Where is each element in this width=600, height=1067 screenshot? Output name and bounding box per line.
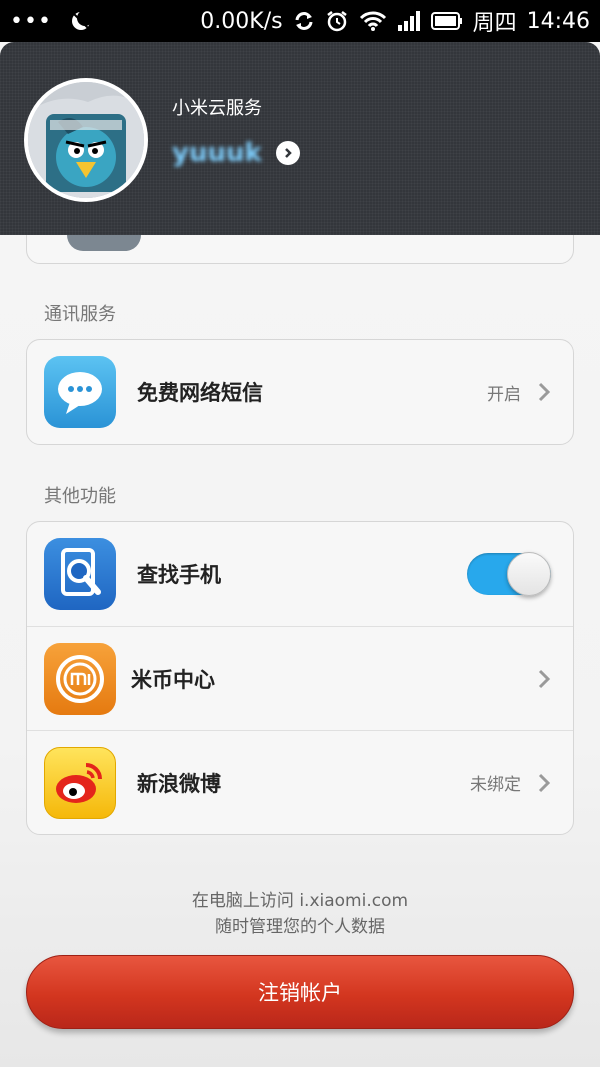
list-item-find-phone[interactable]: 查找手机 (27, 522, 573, 626)
row-status: 开启 (487, 384, 521, 405)
toggle-knob[interactable] (507, 552, 551, 596)
notification-dots-icon: ••• (10, 8, 52, 34)
battery-icon (430, 11, 463, 31)
header-title: 小米云服务 (172, 98, 262, 119)
row-label: 米币中心 (131, 667, 215, 692)
weibo-icon (44, 746, 116, 819)
communication-card: 免费网络短信 开启 (26, 339, 574, 445)
account-header: 小米云服务 yuuuk (0, 42, 600, 235)
logout-button[interactable]: 注销帐户 (26, 955, 574, 1029)
section-label-communication: 通讯服务 (44, 304, 116, 325)
chevron-right-icon (537, 773, 551, 797)
row-status: 未绑定 (470, 775, 521, 795)
other-features-card: 查找手机 米币中心 新浪微博 未绑定 (26, 521, 574, 835)
moon-icon (70, 10, 92, 32)
wifi-icon (359, 10, 387, 32)
username[interactable]: yuuuk (172, 138, 262, 168)
footer-line-1: 在电脑上访问 i.xiaomi.com (191, 891, 409, 911)
username-row[interactable]: yuuuk (172, 138, 300, 168)
list-item-free-sms[interactable]: 免费网络短信 开启 (27, 340, 573, 444)
avatar[interactable] (24, 78, 148, 202)
section-label-other: 其他功能 (44, 486, 116, 507)
signal-icon (397, 10, 421, 32)
sync-icon (293, 10, 315, 32)
list-item-weibo[interactable]: 新浪微博 未绑定 (27, 730, 573, 834)
clock: 14:46 (526, 8, 590, 34)
footer-line-2: 随时管理您的个人数据 (215, 917, 385, 937)
chat-bubble-icon (44, 356, 116, 428)
chevron-right-icon (537, 669, 551, 693)
row-label: 新浪微博 (137, 771, 221, 796)
status-bar: ••• 0.00K/s 周四 14:46 (0, 0, 600, 42)
weekday: 周四 (472, 11, 517, 36)
alarm-icon (325, 9, 349, 33)
row-label: 查找手机 (137, 563, 221, 587)
row-label: 免费网络短信 (137, 381, 263, 405)
chevron-right-icon (537, 382, 551, 406)
list-item-mi-coin[interactable]: 米币中心 (27, 626, 573, 730)
find-phone-toggle[interactable] (467, 552, 551, 596)
find-phone-icon (44, 538, 116, 610)
mi-coin-icon (44, 642, 116, 715)
network-speed: 0.00K/s (200, 8, 283, 34)
chevron-right-circle-icon[interactable] (275, 141, 300, 165)
